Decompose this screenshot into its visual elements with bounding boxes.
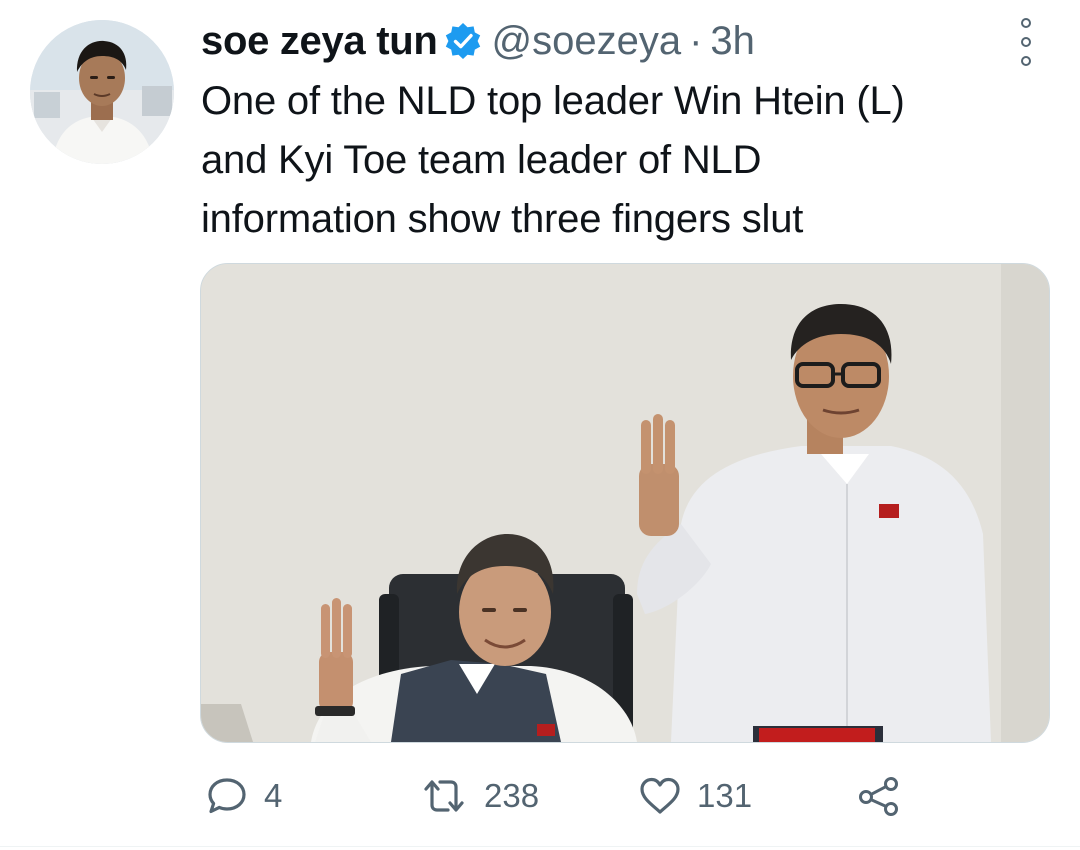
tweet-text-line: and Kyi Toe team leader of NLD	[201, 138, 762, 182]
user-handle[interactable]: @soezeya	[491, 19, 681, 64]
tweet-photo[interactable]	[200, 263, 1050, 743]
dot	[1021, 37, 1031, 47]
verified-badge-icon	[443, 21, 483, 61]
like-button[interactable]: 131	[637, 768, 752, 824]
reply-icon	[208, 778, 246, 814]
tweet-text-line: One of the NLD top leader Win Htein (L)	[201, 79, 905, 123]
avatar-photo	[30, 20, 174, 164]
more-options-icon[interactable]	[1015, 18, 1037, 66]
tweet[interactable]: soe zeya tun @soezeya · 3h One of the NL…	[0, 0, 1080, 850]
tweet-header: soe zeya tun @soezeya · 3h	[201, 16, 755, 66]
share-button[interactable]	[856, 768, 902, 824]
tweet-text: One of the NLD top leader Win Htein (L) …	[201, 72, 1031, 249]
timestamp[interactable]: 3h	[710, 19, 755, 64]
dot	[1021, 56, 1031, 66]
dot	[1021, 18, 1031, 28]
retweet-icon	[424, 780, 464, 812]
heart-icon	[640, 777, 680, 814]
avatar[interactable]	[30, 20, 174, 164]
divider	[0, 846, 1080, 847]
tweet-actions: 4 238 131	[200, 768, 1020, 824]
like-count: 131	[697, 777, 753, 814]
tweet-text-line: information show three fingers slut	[201, 197, 804, 241]
reply-count: 4	[264, 777, 283, 814]
share-icon	[859, 777, 898, 816]
retweet-count: 238	[484, 777, 540, 814]
separator-dot: ·	[689, 18, 703, 63]
photo-illustration	[201, 264, 1049, 742]
reply-button[interactable]: 4	[204, 768, 282, 824]
display-name[interactable]: soe zeya tun	[201, 19, 438, 64]
retweet-button[interactable]: 238	[418, 768, 539, 824]
